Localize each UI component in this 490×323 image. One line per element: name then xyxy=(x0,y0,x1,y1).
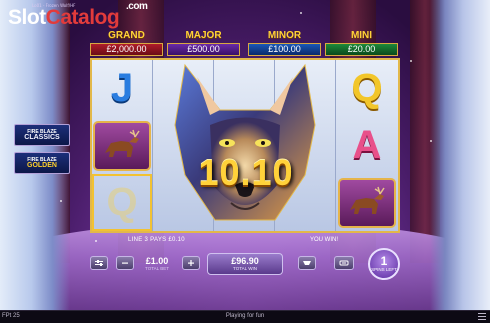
spins-left-label: SPINS LEFT xyxy=(371,267,397,272)
side-button-main-text: CLASSICS xyxy=(24,134,60,141)
elk-icon xyxy=(105,129,140,157)
jackpot-minor: MINOR £100.00 xyxy=(248,30,321,58)
ice-cave-right xyxy=(430,0,490,323)
jackpot-amount: £2,000.00 xyxy=(90,43,163,56)
watermark-logo: SlotCatalog .com xyxy=(8,1,148,30)
watermark-suffix: .com xyxy=(126,1,148,12)
reel-cell: J xyxy=(92,60,152,117)
total-win-panel: £96.90 TOTAL WIN xyxy=(207,253,283,275)
win-amount-display: 10.10 xyxy=(198,152,294,193)
turbo-icon xyxy=(303,261,311,265)
total-win-value: £96.90 xyxy=(231,256,259,266)
snowflake xyxy=(300,12,302,14)
bet-minus-button[interactable] xyxy=(116,256,134,270)
elk-symbol xyxy=(338,177,396,228)
snowflake xyxy=(95,240,97,242)
reel-1: J Q xyxy=(92,60,153,231)
wolf-wild-symbol xyxy=(174,63,316,221)
fire-blaze-classics-button[interactable]: FIRE BLAZE CLASSICS xyxy=(14,124,70,146)
plus-icon xyxy=(188,260,194,266)
reel-cell: Q xyxy=(336,60,398,117)
side-button-main-text: GOLDEN xyxy=(27,162,57,169)
elk-icon xyxy=(350,186,385,214)
jackpot-name: MINI xyxy=(350,30,373,41)
snowflake xyxy=(60,200,62,202)
watermark-slot: Slot xyxy=(8,6,46,29)
menu-icon[interactable] xyxy=(478,313,486,320)
sliders-icon xyxy=(95,260,103,266)
spins-left-count: 1 xyxy=(380,254,388,268)
settings-button[interactable] xyxy=(90,256,108,270)
snowflake xyxy=(410,60,412,62)
status-bar-message: Playing for fun xyxy=(225,313,265,319)
jackpot-name: MINOR xyxy=(267,30,302,41)
spin-button[interactable]: 1 SPINS LEFT xyxy=(368,248,400,280)
jackpot-amount: £20.00 xyxy=(325,43,398,56)
reel-cell: Q xyxy=(92,174,152,231)
symbol-j: J xyxy=(110,66,134,110)
snowflake xyxy=(430,140,432,142)
turbo-button[interactable] xyxy=(298,256,316,270)
jackpot-major: MAJOR £500.00 xyxy=(167,30,240,58)
total-bet-value: £1.00 xyxy=(145,256,169,266)
jackpot-name: MAJOR xyxy=(185,30,222,41)
symbol-q: Q xyxy=(106,180,138,224)
minus-icon xyxy=(122,262,128,264)
symbol-q: Q xyxy=(351,66,383,110)
reel-cell: A xyxy=(336,117,398,174)
status-bar: FPt 25 Playing for fun xyxy=(0,310,490,323)
jackpot-name: GRAND xyxy=(108,30,145,41)
total-bet-label: TOTAL BET xyxy=(145,266,169,271)
reel-cell xyxy=(92,117,152,174)
jackpot-mini: MINI £20.00 xyxy=(325,30,398,58)
you-win-label: YOU WIN! xyxy=(310,237,338,243)
bet-plus-button[interactable] xyxy=(182,256,200,270)
reel-5: Q A xyxy=(336,60,398,231)
jackpot-grand: GRAND £2,000.00 xyxy=(90,30,163,58)
autoplay-button[interactable] xyxy=(334,256,354,270)
total-win-label: TOTAL WIN xyxy=(233,266,257,271)
autoplay-icon xyxy=(339,260,349,266)
fire-blaze-golden-button[interactable]: FIRE BLAZE GOLDEN xyxy=(14,152,70,174)
payline-win-text: LINE 3 PAYS £0.10 xyxy=(128,237,185,243)
watermark-catalog: Catalog xyxy=(45,6,120,29)
symbol-a: A xyxy=(352,123,382,167)
elk-symbol xyxy=(93,120,151,171)
reel-cell xyxy=(336,174,398,231)
